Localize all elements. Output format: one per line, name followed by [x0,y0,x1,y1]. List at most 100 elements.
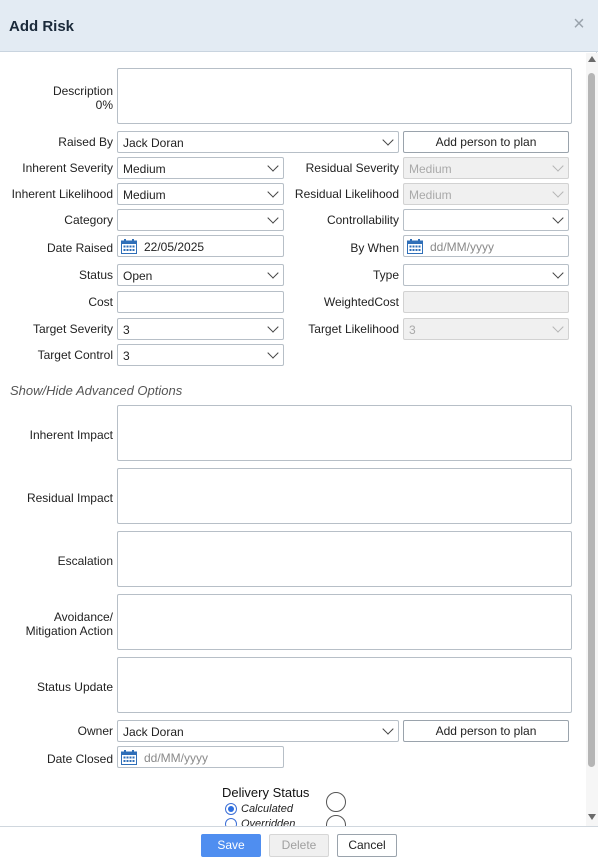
save-button[interactable]: Save [201,834,261,857]
residual-likelihood-value: Medium [409,188,452,202]
category-select[interactable] [117,209,284,231]
residual-impact-label: Residual Impact [26,491,113,505]
escalation-label: Escalation [57,554,113,568]
inherent-likelihood-label: Inherent Likelihood [11,187,113,201]
status-select[interactable]: Open [117,264,284,286]
target-severity-value: 3 [123,323,130,337]
by-when-label: By When [350,241,399,255]
radio-overridden[interactable] [225,818,237,826]
date-closed-placeholder: dd/MM/yyyy [144,751,209,765]
residual-likelihood-label: Residual Likelihood [294,187,399,201]
radio-calculated[interactable] [225,803,237,815]
inherent-severity-label: Inherent Severity [22,161,113,175]
chevron-down-icon [267,267,279,279]
scroll-down-icon[interactable] [588,814,596,820]
date-closed-label: Date Closed [46,752,113,766]
calendar-icon[interactable] [121,750,137,765]
target-control-label: Target Control [37,348,113,362]
scrollbar-thumb[interactable] [588,73,595,767]
chevron-down-icon [267,160,279,172]
inherent-severity-select[interactable]: Medium [117,157,284,179]
scrollbar[interactable] [586,53,598,826]
chevron-down-icon [267,321,279,333]
inherent-likelihood-select[interactable]: Medium [117,183,284,205]
by-when-field[interactable]: dd/MM/yyyy [403,235,569,257]
controllability-label: Controllability [326,213,399,227]
raised-by-select[interactable]: Jack Doran [117,131,399,153]
scroll-up-icon[interactable] [588,56,596,62]
dialog-footer: Save Delete Cancel [0,826,598,858]
delivery-status-label: Delivery Status [222,785,310,800]
weighted-cost-label: WeightedCost [323,295,399,309]
date-raised-label: Date Raised [46,241,113,255]
chevron-down-icon [267,212,279,224]
chevron-down-icon [552,212,564,224]
add-person-to-plan-button[interactable]: Add person to plan [403,131,569,153]
delete-button[interactable]: Delete [269,834,329,857]
weighted-cost-input [403,291,569,313]
target-likelihood-select: 3 [403,318,569,340]
target-likelihood-label: Target Likelihood [308,322,399,336]
advanced-options-toggle[interactable]: Show/Hide Advanced Options [10,383,182,398]
target-control-select[interactable]: 3 [117,344,284,366]
target-likelihood-value: 3 [409,323,416,337]
date-closed-field[interactable]: dd/MM/yyyy [117,746,284,768]
target-severity-label: Target Severity [32,322,113,336]
residual-severity-value: Medium [409,162,452,176]
description-label: Description 0% [20,84,113,112]
status-update-textarea[interactable] [117,657,572,713]
status-label: Status [78,268,113,282]
description-progress: 0% [95,98,113,112]
category-label: Category [64,213,113,227]
radio-calculated-label: Calculated [241,803,293,815]
date-raised-field[interactable]: 22/05/2025 [117,235,284,257]
chevron-down-icon [267,347,279,359]
radio-overridden-label: Overridden [241,818,296,826]
escalation-textarea[interactable] [117,531,572,587]
calendar-icon[interactable] [121,239,137,254]
status-update-label: Status Update [36,680,113,694]
raised-by-value: Jack Doran [123,136,184,150]
residual-severity-select: Medium [403,157,569,179]
cost-label: Cost [88,295,113,309]
type-label: Type [372,268,399,282]
residual-severity-label: Residual Severity [305,161,399,175]
owner-label: Owner [77,724,113,738]
inherent-likelihood-value: Medium [123,188,166,202]
owner-select[interactable]: Jack Doran [117,720,399,742]
avoidance-label-line2: Mitigation Action [25,624,113,638]
description-label-text: Description [52,84,113,98]
cancel-button[interactable]: Cancel [337,834,397,857]
owner-add-person-to-plan-button[interactable]: Add person to plan [403,720,569,742]
raised-by-label: Raised By [58,135,113,149]
calendar-icon[interactable] [407,239,423,254]
chevron-down-icon [552,321,564,333]
target-severity-select[interactable]: 3 [117,318,284,340]
inherent-impact-textarea[interactable] [117,405,572,461]
inherent-impact-label: Inherent Impact [29,428,113,442]
residual-impact-textarea[interactable] [117,468,572,524]
add-risk-dialog: Add Risk × Description 0% Raised By Jack… [0,0,598,858]
avoidance-label: Avoidance/ Mitigation Action [0,610,113,638]
inherent-severity-value: Medium [123,162,166,176]
chevron-down-icon [552,160,564,172]
dialog-header: Add Risk × [0,0,598,52]
dialog-title: Add Risk [9,18,75,35]
description-textarea[interactable] [117,68,572,124]
chevron-down-icon [382,134,394,146]
chevron-down-icon [267,186,279,198]
type-select[interactable] [403,264,569,286]
avoidance-label-line1: Avoidance/ [53,610,113,624]
status-value: Open [123,269,153,283]
avoidance-textarea[interactable] [117,594,572,650]
date-raised-value: 22/05/2025 [144,240,205,254]
controllability-select[interactable] [403,209,569,231]
chevron-down-icon [382,723,394,735]
form-body: Description 0% Raised By Jack Doran Add … [0,53,586,826]
chevron-down-icon [552,186,564,198]
chevron-down-icon [552,267,564,279]
cost-input[interactable] [117,291,284,313]
close-icon[interactable]: × [569,14,589,34]
by-when-placeholder: dd/MM/yyyy [430,240,495,254]
target-control-value: 3 [123,349,130,363]
